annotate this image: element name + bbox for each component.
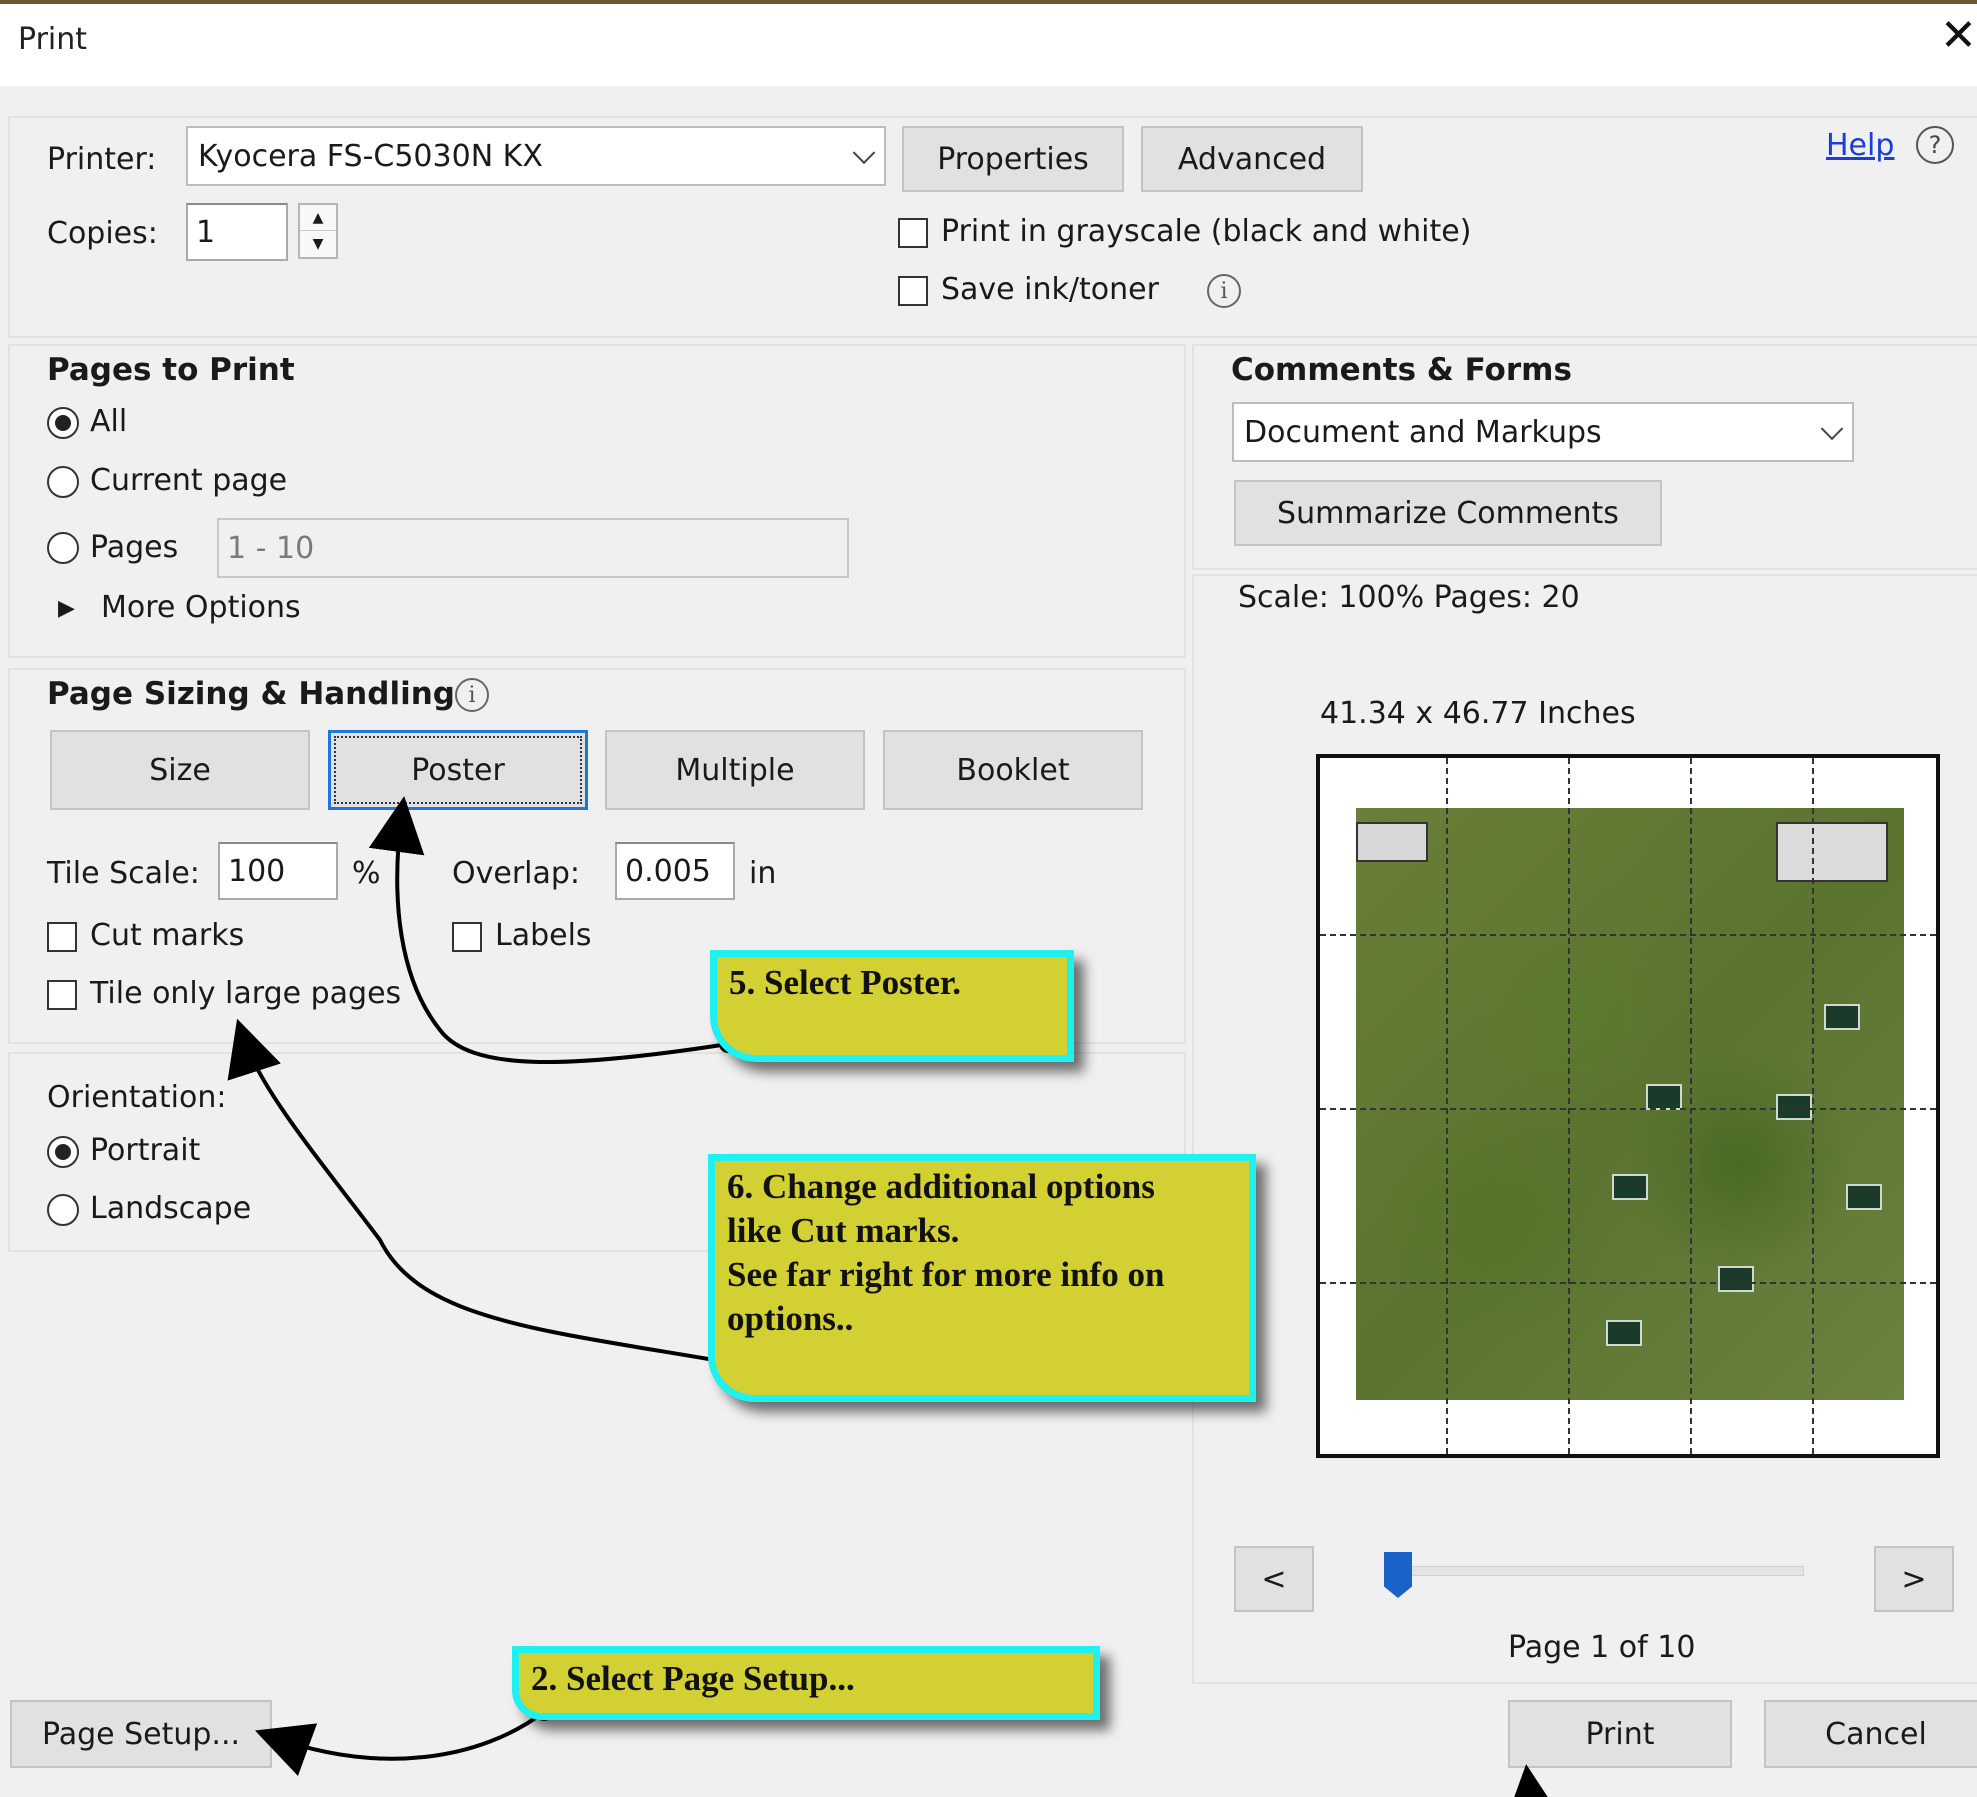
callout-step6-line4: options.. (727, 1299, 854, 1338)
callout-step6: 6. Change additional options like Cut ma… (708, 1154, 1256, 1402)
arrow-to-page-setup (254, 1710, 546, 1776)
arrow-to-print (1504, 1764, 1561, 1797)
callout-step6-line2: like Cut marks. (727, 1211, 960, 1250)
callout-step6-line1: 6. Change additional options (727, 1167, 1155, 1206)
arrow-to-options (227, 1018, 727, 1364)
arrow-to-poster (368, 796, 729, 1065)
callout-step6-line3: See far right for more info on (727, 1255, 1165, 1294)
callout-step2-text: 2. Select Page Setup... (531, 1659, 855, 1698)
callout-step5-text: 5. Select Poster. (729, 963, 961, 1002)
callout-step5: 5. Select Poster. (710, 950, 1074, 1062)
print-dialog: Print ✕ Printer: Kyocera FS-C5030N KX Pr… (0, 0, 1977, 1797)
annotation-arrows (227, 796, 1561, 1797)
callout-step2: 2. Select Page Setup... (512, 1646, 1100, 1720)
